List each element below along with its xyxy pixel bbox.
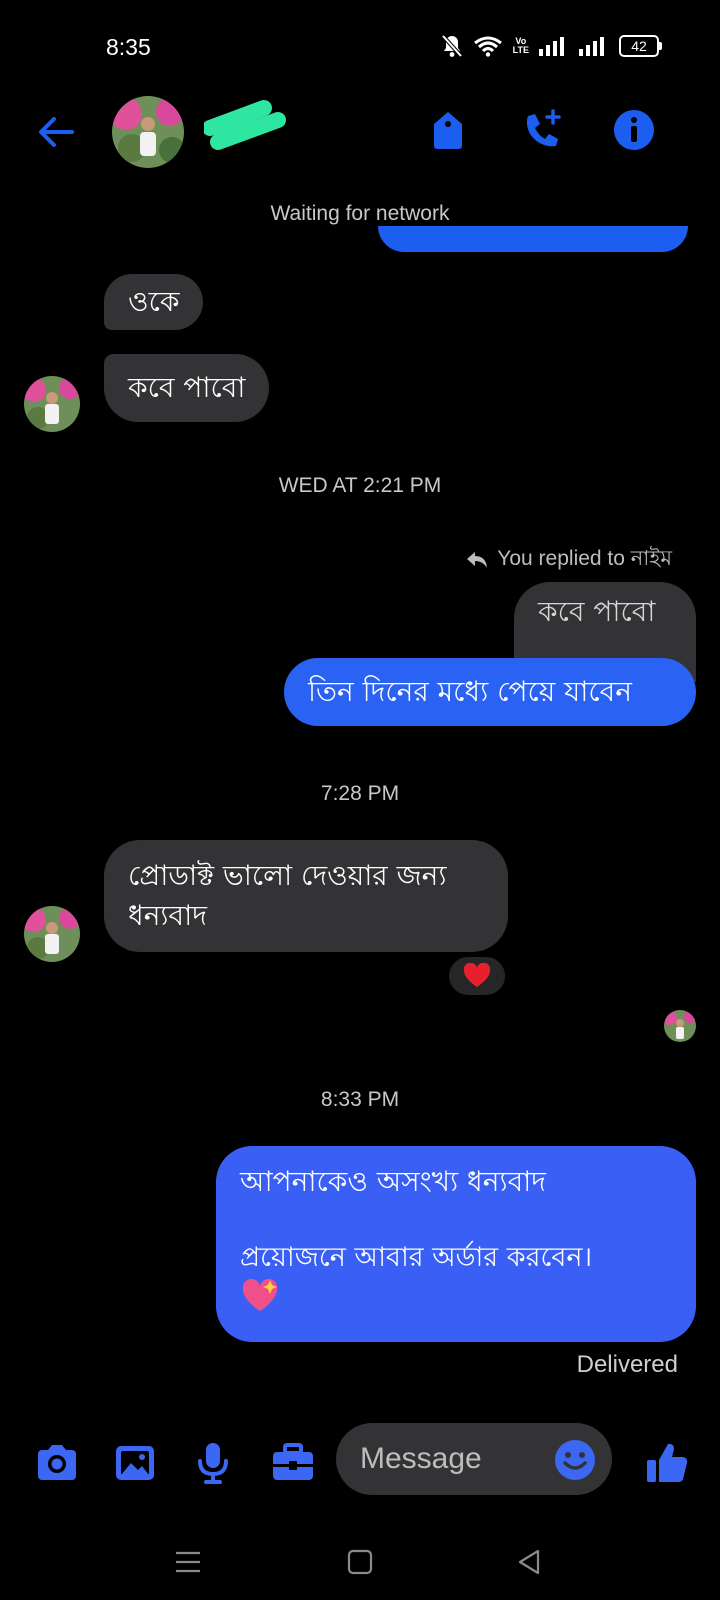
sparkling-heart-icon <box>242 1278 278 1311</box>
message-text-line: প্রয়োজনে আবার অর্ডার করবেন। <box>240 1242 593 1273</box>
incoming-message[interactable]: প্রোডাক্ট ভালো দেওয়ার জন্য ধন্যবাদ <box>104 840 508 952</box>
contact-avatar[interactable] <box>112 96 184 168</box>
message-text: ওকে <box>128 285 180 318</box>
message-composer <box>0 1420 720 1500</box>
status-bar: 8:35 Vo LTE 42 <box>0 0 720 96</box>
timestamp: 8:33 PM <box>320 1088 400 1111</box>
incoming-message[interactable]: কবে পাবো <box>104 354 270 422</box>
timestamp: 7:28 PM <box>320 782 400 805</box>
message-text-line: আপনাকেও অসংখ্য ধন্যবাদ <box>240 1165 546 1198</box>
bell-off-icon <box>441 34 463 58</box>
like-button[interactable] <box>644 1440 690 1486</box>
quoted-text: কবে পাবো <box>538 595 656 628</box>
microphone-button[interactable] <box>190 1440 236 1486</box>
network-status: Waiting for network <box>270 202 450 225</box>
gallery-button[interactable] <box>112 1440 158 1486</box>
read-receipt-avatar <box>664 1010 696 1042</box>
message-text: কবে পাবো <box>128 371 246 404</box>
tag-button[interactable] <box>426 108 470 152</box>
call-button[interactable] <box>520 108 564 152</box>
reply-icon <box>467 551 488 568</box>
outgoing-message[interactable]: আপনাকেও অসংখ্য ধন্যবাদ প্রয়োজনে আবার অর… <box>216 1146 696 1342</box>
back-nav-button[interactable] <box>512 1544 548 1580</box>
home-button[interactable] <box>342 1544 378 1580</box>
toolbox-button[interactable] <box>270 1440 316 1486</box>
back-button[interactable] <box>34 110 78 154</box>
heart-icon <box>463 963 491 987</box>
reply-note-text: You replied to নাইম <box>497 547 672 570</box>
system-nav-bar <box>0 1520 720 1600</box>
message-input-field[interactable] <box>336 1423 612 1495</box>
reply-note: You replied to নাইম <box>465 542 672 577</box>
emoji-button[interactable] <box>554 1439 596 1481</box>
status-icons: Vo LTE 42 <box>441 34 662 58</box>
battery-level: 42 <box>619 35 659 57</box>
previous-outgoing-bubble[interactable] <box>378 226 688 252</box>
message-input[interactable] <box>360 1439 540 1479</box>
chat-header <box>0 90 720 170</box>
signal-icon <box>579 37 604 56</box>
message-text-line: প্রোডাক্ট ভালো দেওয়ার জন্য <box>128 859 447 892</box>
message-text: তিন দিনের মধ্যে পেয়ে যাবেন <box>308 675 632 708</box>
sender-avatar[interactable] <box>24 376 80 432</box>
outgoing-message[interactable]: তিন দিনের মধ্যে পেয়ে যাবেন <box>284 658 696 726</box>
status-time: 8:35 <box>106 34 151 60</box>
delivery-status: Delivered <box>576 1351 678 1378</box>
contact-name-redacted <box>204 100 286 150</box>
incoming-message[interactable]: ওকে <box>104 274 204 330</box>
signal-icon <box>539 37 564 56</box>
info-button[interactable] <box>612 108 656 152</box>
timestamp: WED AT 2:21 PM <box>278 474 442 497</box>
battery-icon: 42 <box>619 35 662 57</box>
camera-button[interactable] <box>34 1440 80 1486</box>
message-text-line: ধন্যবাদ <box>128 899 207 932</box>
menu-button[interactable] <box>170 1544 206 1580</box>
volte-bottom: LTE <box>512 45 529 55</box>
sender-avatar[interactable] <box>24 906 80 962</box>
wifi-icon <box>473 36 502 57</box>
volte-indicator: Vo LTE <box>513 37 529 55</box>
heart-reaction[interactable]: ❤️ <box>446 954 508 998</box>
